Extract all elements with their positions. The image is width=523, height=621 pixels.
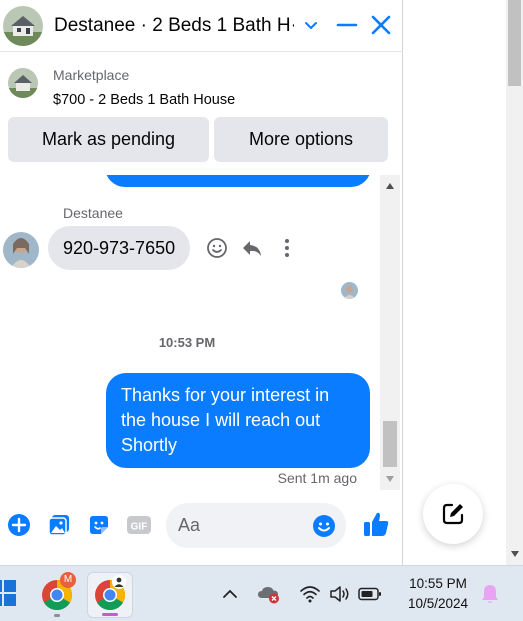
outgoing-message-bubble[interactable]: Thanks for your interest in the house I … [106, 373, 370, 468]
listing-thumbnail[interactable] [8, 68, 38, 98]
avatar[interactable] [3, 232, 39, 268]
mark-as-pending-button[interactable]: Mark as pending [8, 117, 209, 162]
message-input-placeholder: Aa [178, 515, 201, 535]
minimize-icon[interactable] [336, 14, 358, 36]
chrome-gmail-profile-button[interactable]: M [34, 572, 80, 618]
scrollbar-thumb[interactable] [383, 421, 397, 467]
marketplace-banner: Marketplace $700 - 2 Beds 1 Bath House M… [0, 53, 403, 175]
incoming-message-bubble[interactable]: 920-973-7650 [48, 226, 191, 270]
gallery-icon[interactable] [46, 512, 72, 538]
conversation-title[interactable]: Destanee · 2 Beds 1 Bath H··· [54, 15, 294, 37]
battery-icon[interactable] [358, 582, 382, 606]
chevron-down-icon[interactable] [301, 16, 321, 36]
chat-window: Destanee · 2 Beds 1 Bath H··· Marketplac… [0, 0, 403, 565]
page-scroll-down-icon[interactable] [511, 551, 519, 557]
marketplace-label: Marketplace [53, 67, 130, 83]
clock-time: 10:55 PM [409, 576, 467, 591]
previous-outgoing-bubble [105, 175, 371, 187]
more-options-button[interactable]: More options [214, 117, 388, 162]
chat-header[interactable]: Destanee · 2 Beds 1 Bath H··· [0, 0, 403, 52]
thumbs-up-icon[interactable] [362, 510, 390, 538]
new-message-button[interactable] [423, 484, 483, 544]
composer-bar: GIF Aa [0, 490, 403, 565]
chevron-up-icon[interactable] [218, 582, 242, 606]
plus-circle-icon[interactable] [6, 512, 32, 538]
gif-label: GIF [131, 522, 148, 533]
listing-title[interactable]: $700 - 2 Beds 1 Bath House [53, 92, 235, 108]
person-icon [112, 575, 126, 589]
scroll-up-arrow-icon[interactable] [386, 183, 394, 189]
wifi-icon[interactable] [298, 582, 322, 606]
sticker-icon[interactable] [86, 512, 112, 538]
chrome-active-profile-button[interactable] [87, 572, 133, 618]
onedrive-error-icon[interactable] [257, 582, 281, 606]
message-timestamp: 10:53 PM [158, 335, 216, 350]
house-avatar-icon[interactable] [3, 5, 43, 46]
page-scrollbar[interactable] [506, 0, 523, 565]
system-clock[interactable]: 10:55 PM 10/5/2024 [398, 574, 478, 614]
emoji-icon[interactable] [312, 514, 336, 538]
message-list: Destanee 920-973-7650 10:53 PM Thanks fo… [0, 175, 380, 490]
profile-badge: M [60, 572, 76, 588]
reply-icon[interactable] [240, 236, 264, 260]
app-indicator [54, 614, 60, 617]
sender-name: Destanee [63, 205, 123, 221]
page-scrollbar-thumb[interactable] [508, 0, 521, 86]
scroll-down-arrow-icon[interactable] [386, 476, 394, 482]
seen-avatar-icon [341, 282, 358, 299]
gif-icon[interactable]: GIF [126, 512, 152, 538]
close-icon[interactable] [370, 14, 392, 36]
clock-date: 10/5/2024 [407, 596, 469, 611]
compose-icon [442, 503, 464, 525]
react-emoji-icon[interactable] [205, 236, 229, 260]
background-pane [404, 0, 523, 565]
more-vertical-icon[interactable] [275, 236, 299, 260]
notification-bell-icon[interactable] [478, 582, 502, 606]
volume-icon[interactable] [328, 582, 352, 606]
taskbar: M 10:55 PM 10/5/2024 [0, 565, 523, 621]
sent-status: Sent 1m ago [277, 470, 357, 486]
active-app-indicator [102, 613, 118, 616]
message-scrollbar[interactable] [380, 175, 400, 490]
message-input[interactable]: Aa [166, 503, 346, 548]
windows-start-icon[interactable] [0, 580, 16, 606]
